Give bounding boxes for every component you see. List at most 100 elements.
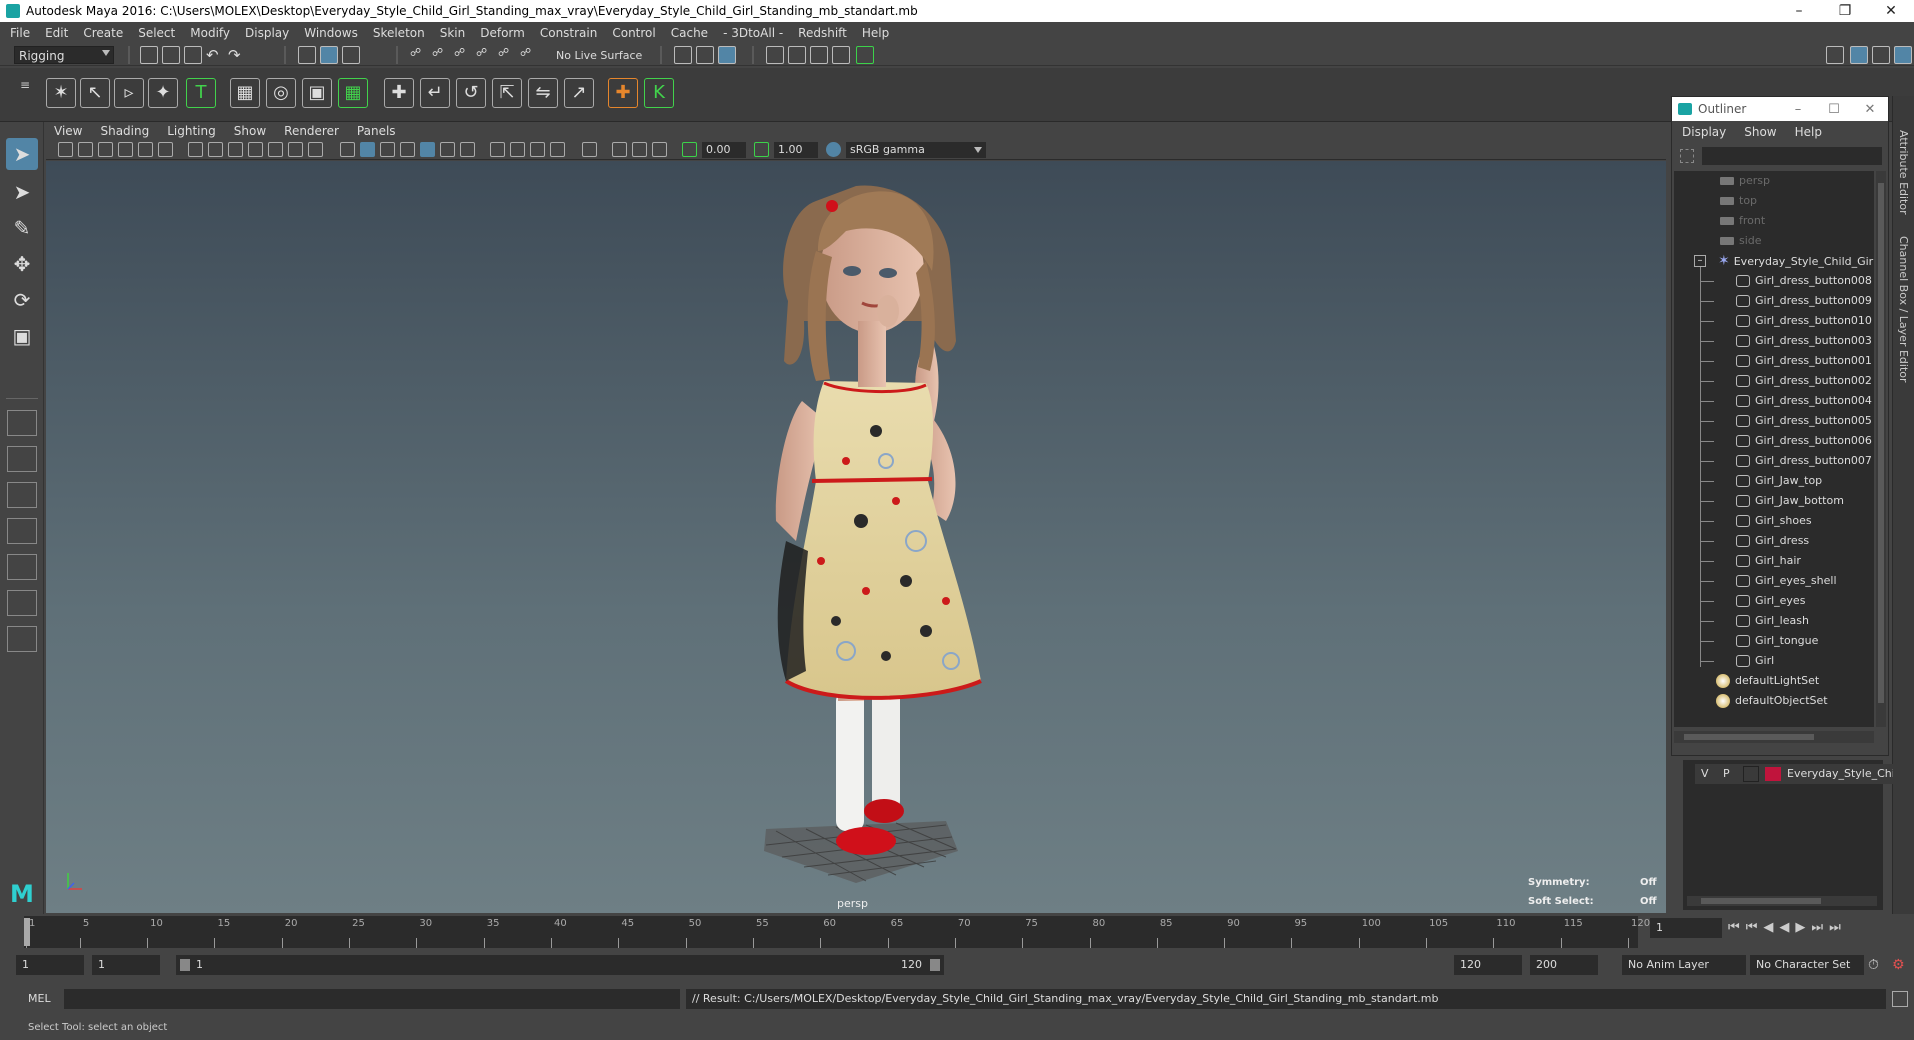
field-chart-icon[interactable] [268, 142, 283, 157]
create-joints-icon[interactable]: ✶ [46, 78, 76, 108]
playback-start-field[interactable]: 1 [92, 955, 160, 975]
outliner-item-top[interactable]: top [1720, 191, 1757, 211]
outliner-item[interactable]: Girl_dress_button003 [1736, 331, 1872, 351]
ik-handle-icon[interactable]: ▹ [114, 78, 144, 108]
outliner-maximize-button[interactable]: ☐ [1816, 102, 1852, 117]
snap-grid-icon[interactable]: ☍ [410, 46, 428, 64]
select-tool-icon[interactable]: ➤ [6, 138, 38, 170]
camera-select-icon[interactable] [58, 142, 73, 157]
outliner-vertical-scrollbar[interactable] [1876, 171, 1886, 727]
outliner-item[interactable]: Girl_dress_button002 [1736, 371, 1872, 391]
save-scene-icon[interactable] [184, 46, 202, 64]
attribute-editor-toggle-icon[interactable] [1872, 46, 1890, 64]
render-settings-icon[interactable] [832, 46, 850, 64]
script-language-toggle[interactable]: MEL [28, 992, 51, 1005]
gamma-toggle-icon[interactable] [754, 142, 769, 157]
new-scene-icon[interactable] [140, 46, 158, 64]
grease-pencil-icon[interactable] [158, 142, 173, 157]
close-button[interactable]: ✕ [1868, 3, 1914, 19]
layer-name[interactable]: Everyday_Style_Child_G [1787, 767, 1893, 780]
2d-pan-zoom-icon[interactable] [138, 142, 153, 157]
outliner-item-root-group[interactable]: ✶ Everyday_Style_Child_Girl_S [1718, 251, 1874, 271]
select-component-icon[interactable] [342, 46, 360, 64]
outliner-item[interactable]: Girl [1736, 651, 1774, 671]
outliner-item[interactable]: Girl_dress_button001 [1736, 351, 1872, 371]
play-forward-icon[interactable]: ▶ [1795, 920, 1811, 935]
motion-blur-icon[interactable] [510, 142, 525, 157]
step-back-key-icon[interactable]: ⏮ [1746, 920, 1764, 935]
select-object-icon[interactable] [320, 46, 338, 64]
safe-title-icon[interactable] [308, 142, 323, 157]
point-constraint-icon[interactable]: ✚ [384, 78, 414, 108]
persp-graph-outliner-layout-icon[interactable] [7, 554, 37, 580]
outliner-item-default-object-set[interactable]: defaultObjectSet [1716, 691, 1828, 711]
pole-vector-icon[interactable]: ↗ [564, 78, 594, 108]
xray-active-components-icon[interactable] [632, 142, 647, 157]
filter-icon[interactable] [1680, 149, 1694, 163]
animation-start-field[interactable]: 1 [16, 955, 84, 975]
channel-box-tab[interactable]: Channel Box / Layer Editor [1897, 236, 1910, 383]
hypershade-layout-icon[interactable] [7, 590, 37, 616]
animation-preferences-icon[interactable]: ⚙ [1892, 957, 1905, 973]
outliner-menu-show[interactable]: Show [1744, 125, 1776, 139]
skin-bind-icon[interactable]: T [186, 78, 216, 108]
snap-curve-icon[interactable]: ☍ [432, 46, 450, 64]
menuset-dropdown[interactable]: Rigging [14, 46, 114, 64]
character-set-dropdown[interactable]: No Character Set [1750, 955, 1864, 975]
menu-constrain[interactable]: Constrain [540, 26, 598, 40]
input-ops-icon[interactable] [674, 46, 692, 64]
menu-create[interactable]: Create [83, 26, 123, 40]
scale-tool-icon[interactable]: ▣ [6, 320, 38, 352]
wrap-icon[interactable]: ▦ [338, 78, 368, 108]
playback-end-field[interactable]: 120 [1454, 955, 1522, 975]
layer-playback-toggle[interactable]: P [1723, 767, 1730, 780]
viewport-menu-view[interactable]: View [54, 124, 82, 138]
film-gate-icon[interactable] [208, 142, 223, 157]
outliner-item[interactable]: Girl_shoes [1736, 511, 1812, 531]
anim-layer-dropdown[interactable]: No Anim Layer [1622, 955, 1746, 975]
outliner-tree[interactable]: persp top front side – ✶ Everyday_Style_C… [1674, 171, 1874, 727]
render-frame-icon[interactable] [788, 46, 806, 64]
viewport-menu-show[interactable]: Show [234, 124, 266, 138]
play-back-icon[interactable]: ◀ [1779, 920, 1795, 935]
snap-view-icon[interactable]: ☍ [476, 46, 494, 64]
layer-color-swatch[interactable] [1765, 767, 1781, 781]
color-management-icon[interactable] [826, 142, 841, 157]
perspective-viewport[interactable]: Symmetry: Off Soft Select: Off persp [46, 161, 1666, 913]
view-transform-dropdown[interactable]: sRGB gamma [846, 142, 986, 158]
layer-visibility-toggle[interactable]: V [1701, 767, 1709, 780]
outliner-close-button[interactable]: ✕ [1852, 102, 1888, 117]
locator-icon[interactable]: ✚ [608, 78, 638, 108]
menu-help[interactable]: Help [862, 26, 889, 40]
tool-settings-toggle-icon[interactable] [1894, 46, 1912, 64]
outliner-item[interactable]: Girl_leash [1736, 611, 1809, 631]
layer-type-toggle[interactable] [1743, 766, 1759, 782]
safe-action-icon[interactable] [288, 142, 303, 157]
outliner-search-input[interactable] [1702, 147, 1882, 165]
workspace-icon[interactable] [1826, 46, 1844, 64]
xray-joints-icon[interactable] [612, 142, 627, 157]
outliner-item[interactable]: Girl_hair [1736, 551, 1801, 571]
maximize-button[interactable]: ❐ [1822, 3, 1868, 19]
insert-joint-icon[interactable]: ↖ [80, 78, 110, 108]
persp-graph-layout-icon[interactable] [7, 518, 37, 544]
scrollbar-thumb[interactable] [1878, 183, 1884, 703]
outliner-item[interactable]: Girl_Jaw_top [1736, 471, 1822, 491]
menu-file[interactable]: File [10, 26, 30, 40]
viewport-menu-shading[interactable]: Shading [100, 124, 149, 138]
viewport-menu-renderer[interactable]: Renderer [284, 124, 339, 138]
go-to-start-icon[interactable]: ⏮ [1728, 920, 1746, 935]
gamma-field[interactable]: 1.00 [774, 142, 818, 158]
collapse-toggle[interactable]: – [1694, 255, 1706, 267]
outliner-item[interactable]: Girl_dress_button008 [1736, 271, 1872, 291]
lights-icon[interactable] [440, 142, 455, 157]
range-start-handle[interactable] [180, 959, 190, 971]
animation-end-field[interactable]: 200 [1530, 955, 1598, 975]
shadows-icon[interactable] [460, 142, 475, 157]
live-surface-field[interactable]: No Live Surface [556, 49, 642, 62]
script-editor-icon[interactable] [1892, 991, 1908, 1007]
outliner-item[interactable]: Girl_dress_button006 [1736, 431, 1872, 451]
menu-select[interactable]: Select [138, 26, 175, 40]
shelf-options-icon[interactable]: ≡ [20, 78, 30, 92]
outliner-item[interactable]: Girl_dress_button010 [1736, 311, 1872, 331]
